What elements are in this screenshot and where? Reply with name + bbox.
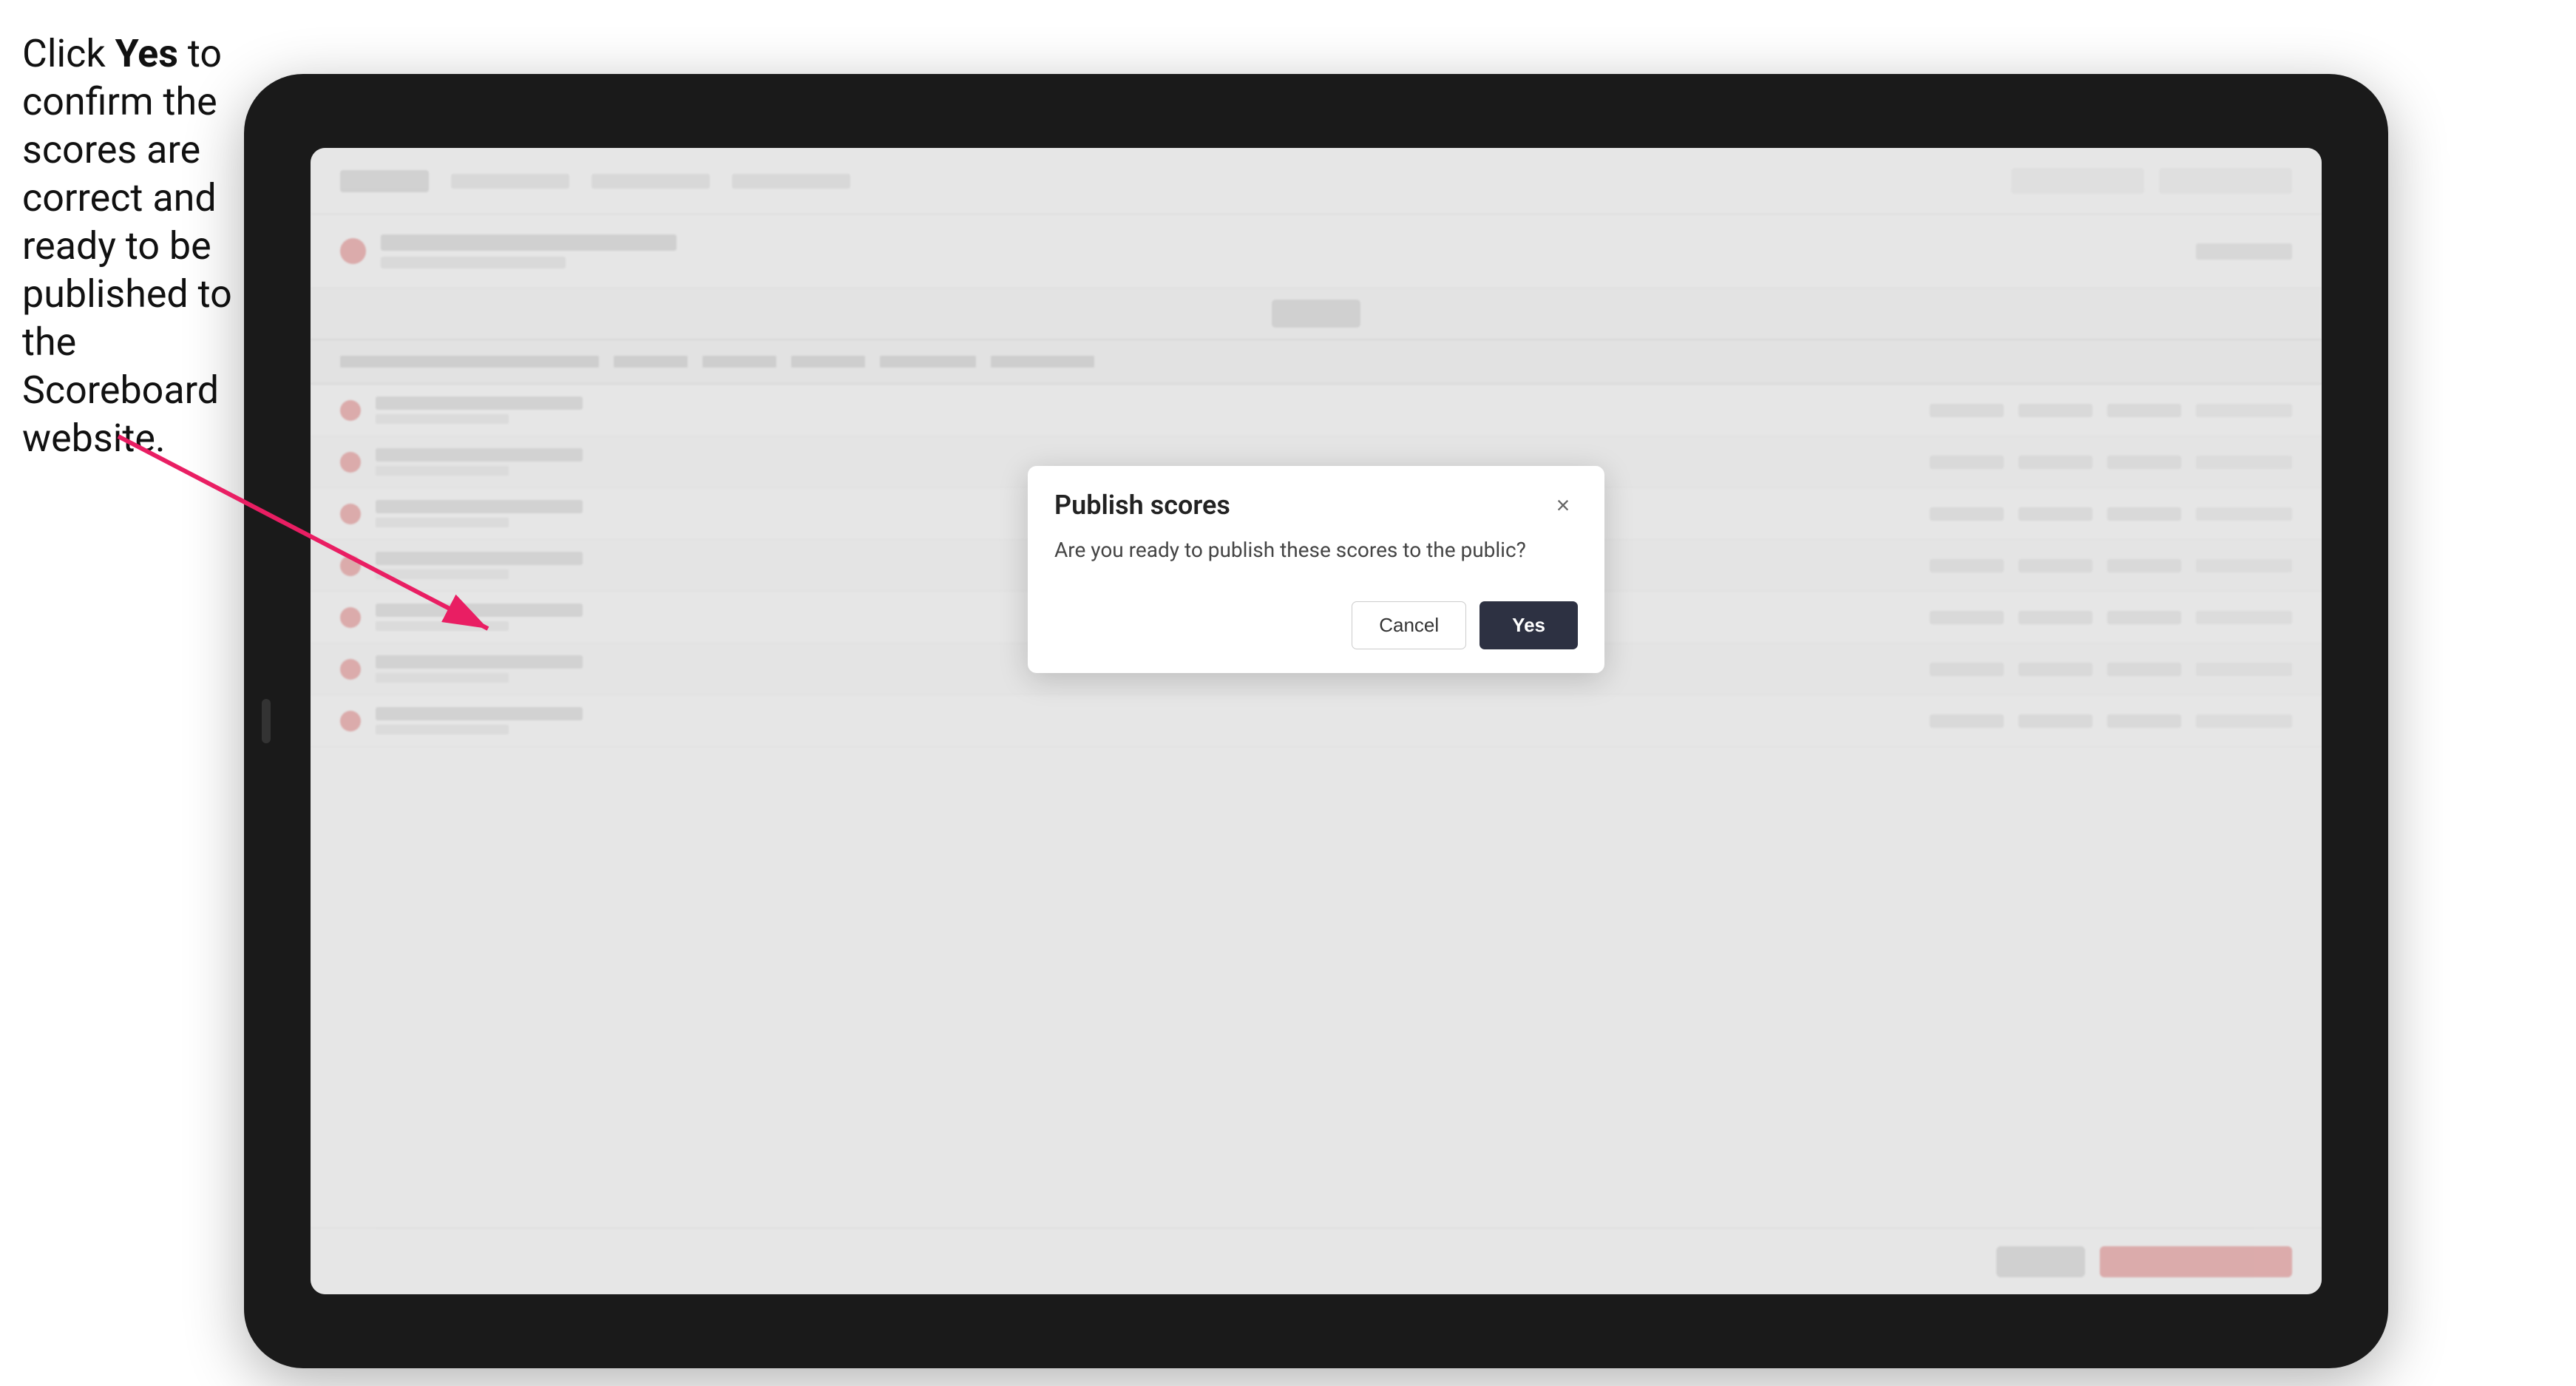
dialog-close-button[interactable]: × <box>1548 490 1578 520</box>
dialog-footer: Cancel Yes <box>1028 586 1604 673</box>
cancel-button[interactable]: Cancel <box>1352 601 1466 649</box>
dialog-body: Are you ready to publish these scores to… <box>1028 535 1604 586</box>
dialog-header: Publish scores × <box>1028 466 1604 535</box>
dialog-message: Are you ready to publish these scores to… <box>1054 535 1578 564</box>
dialog-title: Publish scores <box>1054 490 1230 521</box>
instruction-text: Click Yes to confirm the scores are corr… <box>22 30 237 462</box>
tablet-device: Publish scores × Are you ready to publis… <box>244 74 2388 1368</box>
camera-bump <box>262 699 271 743</box>
modal-overlay: Publish scores × Are you ready to publis… <box>311 148 2322 1294</box>
tablet-screen: Publish scores × Are you ready to publis… <box>311 148 2322 1294</box>
publish-scores-dialog: Publish scores × Are you ready to publis… <box>1028 466 1604 673</box>
yes-button[interactable]: Yes <box>1479 601 1578 649</box>
